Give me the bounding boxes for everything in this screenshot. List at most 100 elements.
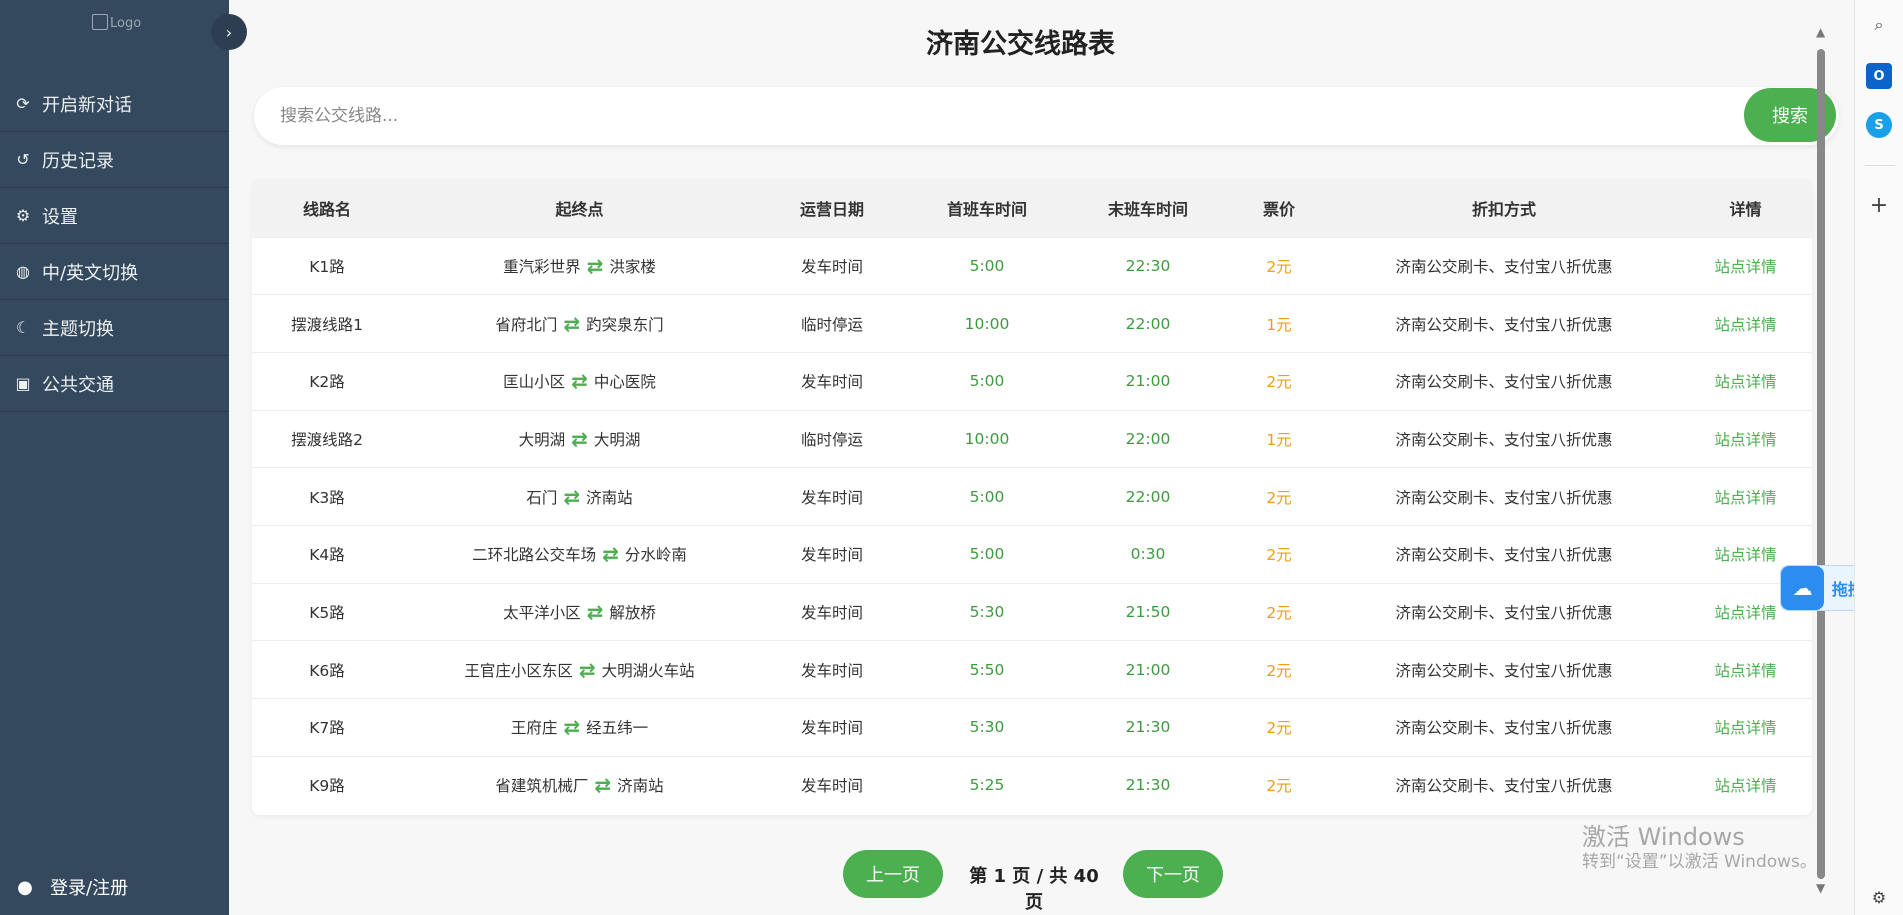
table-row: 摆渡线路2 大明湖 ⇄ 大明湖 临时停运 10:00 22:00 1元 济南公交刷卡、支付宝八折… — [252, 409, 1812, 468]
swap-arrows-icon: ⇄ — [563, 715, 581, 740]
sidebar-menu: ⟳ 开启新对话 ↺ 历史记录 ⚙ 设置 ◍ 中/英文切换 ☾ 主题切换 ▣ 公共… — [0, 76, 229, 412]
broken-image-icon — [92, 14, 108, 30]
first-bus-time: 5:25 — [907, 755, 1067, 814]
operation-status: 发车时间 — [757, 582, 907, 641]
first-bus-time: 10:00 — [907, 409, 1067, 468]
route-start: 二环北路公交车场 — [472, 546, 597, 565]
route-start: 石门 — [526, 488, 558, 507]
operation-status: 发车时间 — [757, 524, 907, 584]
route-end: 洪家楼 — [609, 257, 656, 276]
sidebar-item-history[interactable]: ↺ 历史记录 — [0, 132, 229, 188]
first-bus-time: 5:30 — [907, 698, 1067, 757]
fare: 1元 — [1229, 409, 1329, 468]
login-button[interactable]: ● 登录/注册 — [0, 867, 229, 907]
outlook-icon[interactable]: O — [1866, 63, 1892, 89]
discount-method: 济南公交刷卡、支付宝八折优惠 — [1329, 236, 1679, 295]
scroll-down-arrow-icon[interactable]: ▼ — [1816, 881, 1825, 895]
route-endpoints: 重汽彩世界 ⇄ 洪家楼 — [402, 236, 757, 295]
route-end: 经五纬一 — [586, 719, 649, 738]
route-endpoints: 省府北门 ⇄ 趵突泉东门 — [402, 294, 757, 353]
fare: 2元 — [1229, 467, 1329, 526]
sidebar-item-public-transport[interactable]: ▣ 公共交通 — [0, 356, 229, 412]
last-bus-time: 22:00 — [1067, 409, 1229, 468]
scroll-up-arrow-icon[interactable]: ▲ — [1816, 25, 1825, 39]
watermark-subtitle: 转到“设置”以激活 Windows。 — [1582, 852, 1817, 872]
sidebar-item-language[interactable]: ◍ 中/英文切换 — [0, 244, 229, 300]
plus-icon[interactable]: + — [1866, 192, 1892, 218]
windows-activation-watermark: 激活 Windows 转到“设置”以激活 Windows。 — [1582, 822, 1817, 873]
operation-status: 发车时间 — [757, 640, 907, 699]
table-header-row: 线路名 起终点 运营日期 首班车时间 末班车时间 票价 折扣方式 详情 — [252, 179, 1812, 237]
watermark-title: 激活 Windows — [1582, 823, 1745, 851]
login-label: 登录/注册 — [50, 878, 129, 899]
route-name: K4路 — [252, 524, 402, 584]
table-row: K4路 二环北路公交车场 ⇄ 分水岭南 发车时间 5:00 0:30 2元 济南公交刷卡、支付宝… — [252, 524, 1812, 584]
bus-route-table: 线路名 起终点 运营日期 首班车时间 末班车时间 票价 折扣方式 详情 K1路重… — [252, 179, 1812, 815]
first-bus-time: 5:00 — [907, 524, 1067, 584]
stop-details-link[interactable]: 站点详情 — [1679, 236, 1812, 295]
search-input[interactable] — [254, 87, 1724, 145]
route-name: K5路 — [252, 582, 402, 641]
column-header: 运营日期 — [757, 179, 907, 237]
settings-icon[interactable]: ⚙ — [1866, 884, 1892, 910]
route-name: K2路 — [252, 351, 402, 411]
stop-details-link[interactable]: 站点详情 — [1679, 467, 1812, 526]
last-bus-time: 22:00 — [1067, 467, 1229, 526]
route-endpoints: 石门 ⇄ 济南站 — [402, 467, 757, 526]
first-bus-time: 5:00 — [907, 351, 1067, 411]
operation-status: 临时停运 — [757, 409, 907, 468]
sidebar-toggle-button[interactable]: › — [211, 14, 247, 50]
stop-details-link[interactable]: 站点详情 — [1679, 698, 1812, 757]
sidebar-item-label: 历史记录 — [42, 150, 114, 172]
route-name: 摆渡线路1 — [252, 294, 402, 353]
stop-details-link[interactable]: 站点详情 — [1679, 640, 1812, 699]
route-start: 太平洋小区 — [503, 603, 581, 622]
swap-arrows-icon: ⇄ — [563, 484, 581, 509]
route-name: K6路 — [252, 640, 402, 699]
stop-details-link[interactable]: 站点详情 — [1679, 294, 1812, 353]
table-row: K3路 石门 ⇄ 济南站 发车时间 5:00 22:00 2元 济南公交刷卡、支付宝八折优惠 站点… — [252, 467, 1812, 526]
sidebar-item-theme[interactable]: ☾ 主题切换 — [0, 300, 229, 356]
page-scrollbar[interactable]: ▲ ▼ — [1810, 25, 1834, 895]
route-endpoints: 大明湖 ⇄ 大明湖 — [402, 409, 757, 468]
last-bus-time: 22:00 — [1067, 294, 1229, 353]
user-icon: ● — [17, 876, 33, 898]
next-page-button[interactable]: 下一页 — [1123, 850, 1223, 898]
skype-icon[interactable]: S — [1866, 112, 1892, 138]
table-row: K7路 王府庄 ⇄ 经五纬一 发车时间 5:30 21:30 2元 济南公交刷卡、支付宝八折优惠… — [252, 698, 1812, 757]
stop-details-link[interactable]: 站点详情 — [1679, 409, 1812, 468]
prev-page-button[interactable]: 上一页 — [843, 850, 943, 898]
scrollbar-thumb[interactable] — [1817, 49, 1825, 879]
stop-details-link[interactable]: 站点详情 — [1679, 755, 1812, 814]
pagination: 上一页 第 1 页 / 共 40 页 下一页 — [229, 850, 1812, 913]
discount-method: 济南公交刷卡、支付宝八折优惠 — [1329, 294, 1679, 353]
first-bus-time: 5:00 — [907, 236, 1067, 295]
route-end: 大明湖火车站 — [601, 661, 695, 680]
discount-method: 济南公交刷卡、支付宝八折优惠 — [1329, 755, 1679, 814]
route-name: 摆渡线路2 — [252, 409, 402, 468]
globe-icon: ◍ — [16, 262, 30, 281]
discount-method: 济南公交刷卡、支付宝八折优惠 — [1329, 524, 1679, 584]
table-row: K6路 王官庄小区东区 ⇄ 大明湖火车站 发车时间 5:50 21:00 2元 济南公交刷卡、支… — [252, 640, 1812, 699]
route-start: 省府北门 — [495, 315, 558, 334]
first-bus-time: 5:00 — [907, 467, 1067, 526]
route-end: 济南站 — [586, 488, 633, 507]
sidebar-item-label: 主题切换 — [42, 318, 114, 340]
bus-icon: ▣ — [15, 374, 31, 393]
main-content: 济南公交线路表 搜索 线路名 起终点 运营日期 首班车时间 末班车时间 票价 折… — [229, 0, 1839, 915]
column-header: 票价 — [1229, 179, 1329, 237]
last-bus-time: 0:30 — [1067, 524, 1229, 584]
browser-side-panel: ⌕ O S + ⚙ — [1854, 0, 1903, 915]
sidebar-item-settings[interactable]: ⚙ 设置 — [0, 188, 229, 244]
logo-alt-text: Logo — [110, 16, 142, 31]
column-header: 首班车时间 — [907, 179, 1067, 237]
discount-method: 济南公交刷卡、支付宝八折优惠 — [1329, 640, 1679, 699]
discount-method: 济南公交刷卡、支付宝八折优惠 — [1329, 409, 1679, 468]
sidebar-item-new-chat[interactable]: ⟳ 开启新对话 — [0, 76, 229, 132]
route-start: 重汽彩世界 — [503, 257, 581, 276]
stop-details-link[interactable]: 站点详情 — [1679, 351, 1812, 411]
table-row: K2路 匡山小区 ⇄ 中心医院 发车时间 5:00 21:00 2元 济南公交刷卡、支付宝八折优… — [252, 351, 1812, 411]
route-end: 趵突泉东门 — [586, 315, 664, 334]
search-icon[interactable]: ⌕ — [1866, 12, 1892, 38]
fare: 1元 — [1229, 294, 1329, 353]
